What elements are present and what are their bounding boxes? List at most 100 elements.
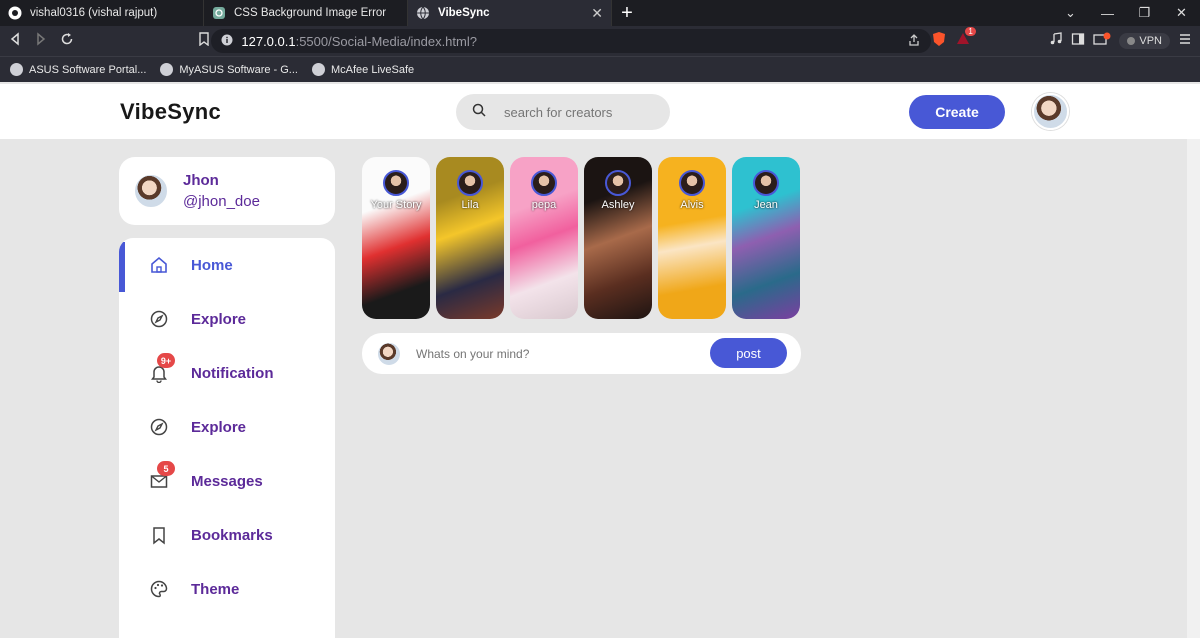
- brave-rewards-icon[interactable]: 1: [955, 26, 976, 52]
- sidebar-item-label: Bookmarks: [191, 526, 273, 544]
- story-avatar: [679, 170, 705, 196]
- browser-tab-bar: vishal0316 (vishal rajput) CSS Backgroun…: [0, 0, 1200, 26]
- page-scrollbar[interactable]: [1187, 139, 1200, 638]
- tab-label: VibeSync: [438, 7, 490, 19]
- sidebar-toggle-icon[interactable]: [1071, 32, 1085, 51]
- sidebar-menu: Home Explore 9+ Notification Explore 5 M…: [119, 238, 335, 638]
- tab-chatgpt[interactable]: CSS Background Image Error: [204, 0, 408, 26]
- github-icon: [8, 6, 22, 20]
- compass-icon: [149, 417, 169, 437]
- bookmarks-bar: ASUS Software Portal... MyASUS Software …: [0, 56, 1200, 82]
- story-name: Alvis: [680, 199, 704, 211]
- profile-name: Jhon: [183, 172, 219, 189]
- bookmark-item[interactable]: MyASUS Software - G...: [160, 63, 298, 76]
- new-tab-button[interactable]: +: [612, 0, 642, 26]
- sidebar-item-explore-2[interactable]: Explore: [119, 400, 335, 454]
- create-post-box: post: [362, 333, 801, 374]
- browser-extensions: 1 VPN: [931, 26, 1192, 52]
- post-input[interactable]: [416, 346, 686, 361]
- post-button[interactable]: post: [710, 338, 787, 368]
- sidebar-item-label: Explore: [191, 310, 247, 328]
- sidebar-item-bookmarks[interactable]: Bookmarks: [119, 508, 335, 562]
- globe-icon: [10, 63, 23, 76]
- compass-icon: [149, 309, 169, 329]
- story-card[interactable]: Your Story: [362, 157, 430, 319]
- stories-row: Your Story Lila pepa Ashley Alvis Jean: [362, 157, 800, 319]
- story-avatar: [753, 170, 779, 196]
- avatar[interactable]: [1032, 93, 1069, 130]
- globe-icon: [416, 6, 430, 20]
- story-card[interactable]: Lila: [436, 157, 504, 319]
- globe-icon: [311, 63, 325, 76]
- story-avatar: [605, 170, 631, 196]
- wallet-icon[interactable]: [1093, 32, 1111, 51]
- sidebar-item-explore[interactable]: Explore: [119, 292, 335, 346]
- close-window-button[interactable]: ✕: [1163, 5, 1200, 21]
- bookmark-label: McAfee LiveSafe: [330, 63, 415, 76]
- tab-vibesync[interactable]: VibeSync ✕: [408, 0, 612, 26]
- bookmark-item[interactable]: ASUS Software Portal...: [10, 63, 146, 76]
- bookmark-item[interactable]: McAfee LiveSafe: [311, 63, 415, 76]
- site-info-icon[interactable]: [221, 34, 233, 49]
- sidebar-item-label: Notification: [191, 364, 274, 382]
- menu-icon[interactable]: [1178, 32, 1192, 51]
- maximize-button[interactable]: ❐: [1126, 5, 1163, 21]
- sidebar-item-notification[interactable]: 9+ Notification: [119, 346, 335, 400]
- story-card[interactable]: Jean: [732, 157, 800, 319]
- share-icon[interactable]: [907, 33, 921, 50]
- brave-badge: 1: [965, 26, 976, 36]
- vpn-button[interactable]: VPN: [1119, 33, 1170, 49]
- avatar: [376, 340, 402, 367]
- bookmark-page-icon[interactable]: [198, 31, 210, 51]
- messages-badge: 5: [157, 461, 175, 476]
- home-icon: [149, 255, 169, 275]
- palette-icon: [149, 579, 169, 599]
- sidebar-item-label: Explore: [191, 418, 247, 436]
- notification-badge: 9+: [157, 353, 175, 368]
- search-input[interactable]: [504, 104, 654, 120]
- address-bar-row: 127.0.0.1:5500/Social-Media/index.html? …: [0, 26, 1200, 56]
- sidebar-item-label: Home: [191, 256, 233, 274]
- story-avatar: [531, 170, 557, 196]
- globe-icon: [160, 63, 174, 76]
- url-field[interactable]: 127.0.0.1:5500/Social-Media/index.html?: [211, 29, 932, 53]
- tab-label: vishal0316 (vishal rajput): [30, 7, 158, 19]
- search-icon: [472, 103, 486, 122]
- app-logo[interactable]: VibeSync: [120, 99, 221, 125]
- reload-icon[interactable]: [60, 32, 74, 51]
- profile-card[interactable]: Jhon @jhon_doe: [119, 157, 335, 225]
- back-icon[interactable]: [8, 31, 22, 51]
- tab-label: CSS Background Image Error: [234, 7, 387, 19]
- close-tab-icon[interactable]: ✕: [591, 5, 603, 22]
- story-name: Ashley: [601, 199, 635, 211]
- story-card[interactable]: Alvis: [658, 157, 726, 319]
- story-card[interactable]: pepa: [510, 157, 578, 319]
- sidebar-item-theme[interactable]: Theme: [119, 562, 335, 616]
- minimize-button[interactable]: —: [1089, 6, 1126, 21]
- url-host: 127.0.0.1: [241, 33, 296, 49]
- tab-search-icon[interactable]: ⌄: [1052, 5, 1089, 21]
- search-bar[interactable]: [456, 94, 670, 130]
- brave-shield-icon[interactable]: [931, 31, 947, 52]
- chatgpt-icon: [212, 6, 226, 20]
- forward-icon[interactable]: [34, 31, 48, 51]
- vpn-label: VPN: [1139, 35, 1162, 47]
- media-icon[interactable]: [1049, 31, 1063, 51]
- story-card[interactable]: Ashley: [584, 157, 652, 319]
- bookmark-icon: [149, 525, 169, 545]
- story-name: pepa: [531, 199, 557, 211]
- profile-avatar: [133, 173, 169, 209]
- story-avatar: [383, 170, 409, 196]
- sidebar-item-home[interactable]: Home: [119, 238, 335, 292]
- bookmark-label: ASUS Software Portal...: [29, 63, 147, 76]
- vpn-status-icon: [1127, 37, 1136, 45]
- bookmark-label: MyASUS Software - G...: [179, 63, 298, 76]
- window-controls: ⌄ — ❐ ✕: [1052, 0, 1200, 26]
- story-avatar: [457, 170, 483, 196]
- mail-icon: 5: [149, 461, 175, 491]
- story-name: Your Story: [370, 199, 422, 211]
- story-name: Lila: [461, 199, 479, 211]
- create-button[interactable]: Create: [909, 95, 1005, 129]
- tab-github[interactable]: vishal0316 (vishal rajput): [0, 0, 204, 26]
- sidebar-item-messages[interactable]: 5 Messages: [119, 454, 335, 508]
